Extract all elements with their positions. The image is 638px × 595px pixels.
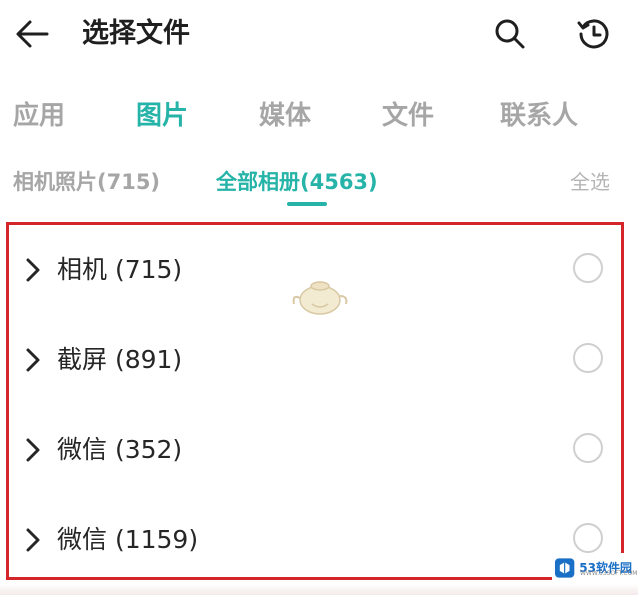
tab-contacts[interactable]: 联系人 <box>500 92 578 140</box>
history-button[interactable] <box>574 14 614 54</box>
tab-apps[interactable]: 应用 <box>13 92 65 140</box>
tab-media[interactable]: 媒体 <box>259 92 311 140</box>
search-button[interactable] <box>490 14 530 54</box>
album-row[interactable]: 微信 (1159) <box>9 495 621 577</box>
album-row[interactable]: 截屏 (891) <box>9 315 621 405</box>
album-select-radio[interactable] <box>573 253 603 283</box>
subtab-all-albums[interactable]: 全部相册(4563) <box>216 162 378 202</box>
tab-images[interactable]: 图片 <box>136 92 188 140</box>
app-header: 选择文件 <box>0 0 638 68</box>
album-label: 微信 (1159) <box>57 525 199 554</box>
tab-files[interactable]: 文件 <box>382 92 434 140</box>
album-label: 截屏 (891) <box>57 345 183 374</box>
bottom-fade <box>0 584 638 595</box>
album-select-radio[interactable] <box>573 523 603 553</box>
select-all-button[interactable]: 全选 <box>570 162 610 202</box>
album-row[interactable]: 微信 (352) <box>9 405 621 495</box>
brand-url: WWW.53SOFT.COM <box>580 570 638 577</box>
chevron-right-icon <box>26 258 40 282</box>
active-tab-indicator <box>287 202 327 206</box>
album-select-radio[interactable] <box>573 343 603 373</box>
category-tabs: 应用 图片 媒体 文件 联系人 <box>0 92 638 140</box>
back-button[interactable] <box>12 14 52 54</box>
album-label: 相机 (715) <box>57 255 183 284</box>
album-label: 微信 (352) <box>57 435 183 464</box>
brand-watermark: 53软件园 WWW.53SOFT.COM <box>552 553 637 583</box>
page-title: 选择文件 <box>82 18 190 49</box>
chevron-right-icon <box>26 348 40 372</box>
teapot-watermark-icon <box>292 281 348 315</box>
brand-logo-icon <box>554 558 575 578</box>
search-icon <box>495 19 525 49</box>
album-select-radio[interactable] <box>573 433 603 463</box>
subtab-camera-photos[interactable]: 相机照片(715) <box>13 162 160 202</box>
history-clock-icon <box>577 19 609 49</box>
album-subtabs: 相机照片(715) 全部相册(4563) 全选 <box>0 162 638 206</box>
chevron-right-icon <box>26 438 40 462</box>
arrow-left-icon <box>16 20 49 48</box>
chevron-right-icon <box>26 528 40 552</box>
